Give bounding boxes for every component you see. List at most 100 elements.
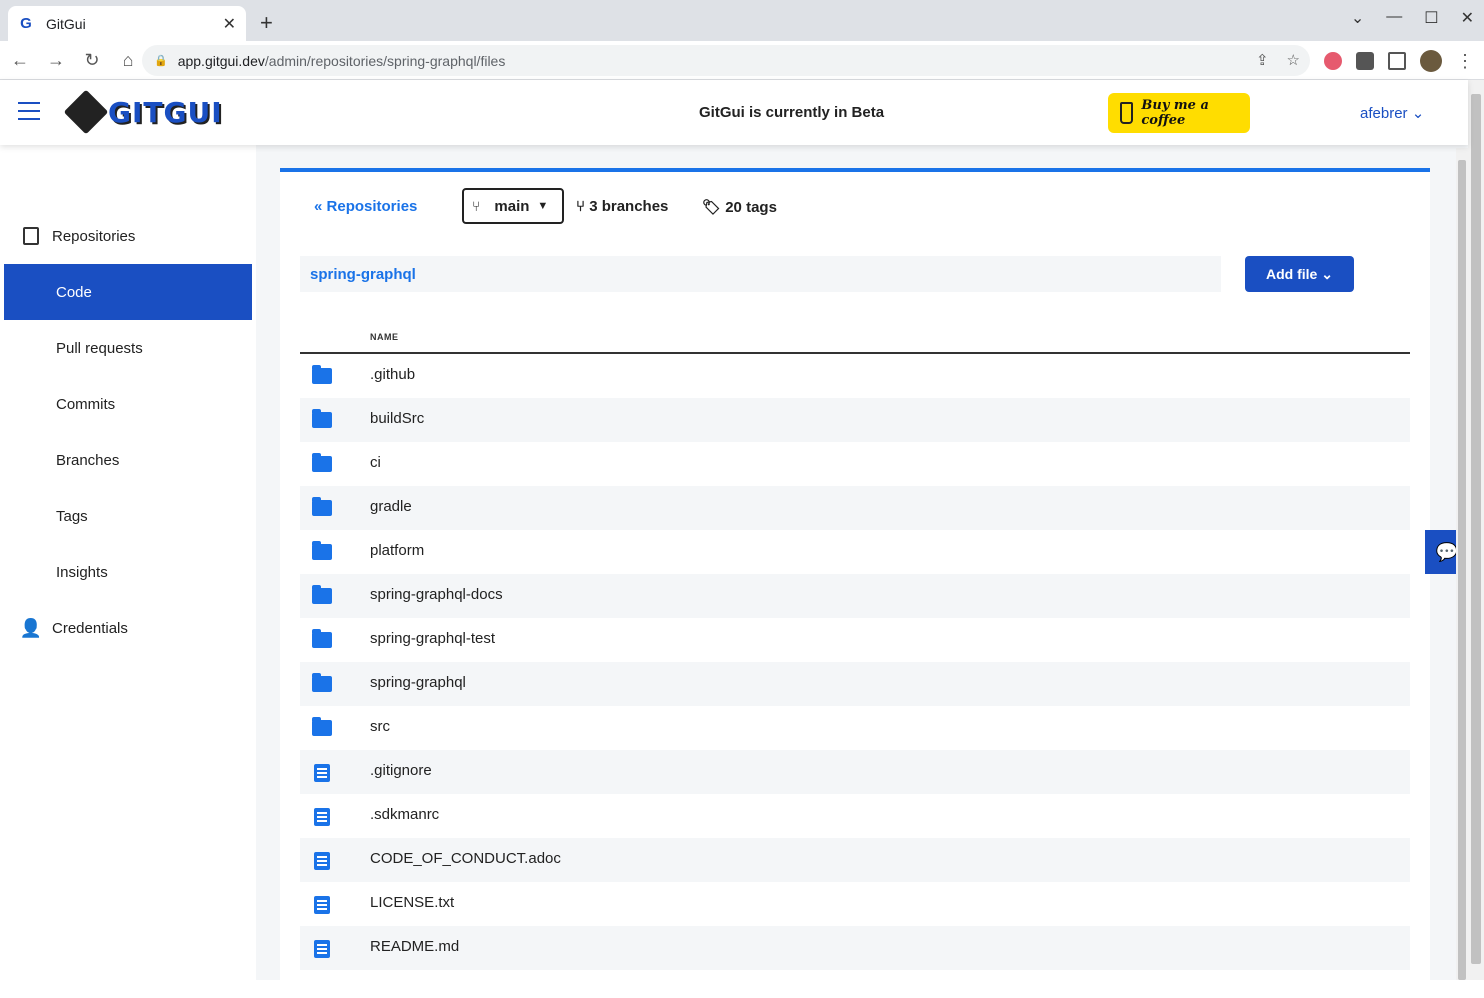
branches-count-link[interactable]: ⑂ 3 branches	[576, 198, 668, 215]
sidebar-item-label: Pull requests	[56, 339, 143, 357]
page-scrollbar[interactable]	[1468, 80, 1484, 980]
omnibox-actions: ⇪ ☆	[1256, 51, 1300, 69]
file-name[interactable]: .github	[370, 366, 415, 383]
file-name[interactable]: CODE_OF_CONDUCT.adoc	[370, 850, 561, 867]
file-name[interactable]: spring-graphql-test	[370, 630, 495, 647]
minimize-icon[interactable]: —	[1386, 8, 1402, 28]
sidebar-item-tags[interactable]: Tags	[4, 488, 252, 544]
table-row[interactable]: platform	[300, 530, 1410, 574]
add-file-button[interactable]: Add file ⌄	[1245, 256, 1354, 292]
browser-toolbar: ← → ↻ ⌂ 🔒 app.gitgui.dev/admin/repositor…	[0, 41, 1484, 80]
beta-notice: GitGui is currently in Beta	[699, 104, 885, 121]
file-name[interactable]: buildSrc	[370, 410, 424, 427]
files-table-body: .github buildSrc ci gradle platform spring-gr…	[300, 354, 1410, 970]
extension-icon[interactable]	[1324, 52, 1342, 70]
folder-icon	[312, 541, 332, 560]
sidebar-item-pull-requests[interactable]: Pull requests	[4, 320, 252, 376]
table-row[interactable]: .gitignore	[300, 750, 1410, 794]
forward-icon[interactable]: →	[40, 50, 72, 71]
back-to-repositories-link[interactable]: « Repositories	[314, 198, 417, 215]
table-row[interactable]: gradle	[300, 486, 1410, 530]
file-name[interactable]: src	[370, 718, 390, 735]
logo-text: GITGUI	[108, 95, 223, 129]
buy-me-a-coffee-button[interactable]: Buy me a coffee	[1108, 93, 1250, 133]
browser-tab[interactable]: G GitGui ✕	[8, 6, 246, 41]
branch-selector[interactable]: ⑂ main ▼	[462, 188, 564, 224]
user-menu[interactable]: afebrer ⌄	[1360, 104, 1424, 122]
files-table-header: NAME	[300, 324, 1410, 354]
sidebar: Repositories Code Pull requests Commits …	[0, 145, 256, 980]
sidebar-toggle-icon[interactable]	[18, 102, 40, 122]
table-row[interactable]: spring-graphql-test	[300, 618, 1410, 662]
file-name[interactable]: spring-graphql	[370, 674, 466, 691]
chevron-down-icon: ⌄	[1321, 265, 1333, 282]
table-row[interactable]: spring-graphql-docs	[300, 574, 1410, 618]
person-icon: 👤	[19, 617, 43, 638]
tab-search-icon[interactable]: ⌄	[1351, 8, 1364, 28]
chevron-down-icon: ⌄	[1411, 105, 1425, 122]
url-text: app.gitgui.dev/admin/repositories/spring…	[177, 52, 506, 69]
column-header-name: NAME	[370, 332, 399, 342]
table-row[interactable]: .sdkmanrc	[300, 794, 1410, 838]
reload-icon[interactable]: ↻	[76, 50, 108, 71]
sidebar-item-label: Tags	[56, 507, 88, 525]
content-scrollbar[interactable]	[1456, 148, 1468, 980]
table-row[interactable]: ci	[300, 442, 1410, 486]
chat-icon: 💬	[1435, 541, 1459, 562]
close-window-icon[interactable]: ✕	[1461, 8, 1474, 28]
file-name[interactable]: gradle	[370, 498, 412, 515]
folder-icon	[312, 629, 332, 648]
branch-icon: ⑂	[576, 198, 586, 215]
share-icon[interactable]: ⇪	[1256, 51, 1269, 69]
new-tab-icon[interactable]: +	[260, 10, 273, 36]
side-panel-icon[interactable]	[1388, 52, 1406, 70]
sidebar-item-credentials[interactable]: 👤 Credentials	[4, 600, 252, 656]
breadcrumb-repo-link[interactable]: spring-graphql	[310, 266, 416, 283]
menu-kebab-icon[interactable]: ⋮	[1456, 52, 1474, 70]
sidebar-item-commits[interactable]: Commits	[4, 376, 252, 432]
logo-mark-icon	[63, 89, 109, 135]
file-name[interactable]: LICENSE.txt	[370, 894, 454, 911]
home-icon[interactable]: ⌂	[112, 50, 144, 71]
file-name[interactable]: platform	[370, 542, 424, 559]
table-row[interactable]: README.md	[300, 926, 1410, 970]
lock-icon[interactable]: 🔒	[154, 54, 168, 67]
file-name[interactable]: spring-graphql-docs	[370, 586, 503, 603]
folder-icon	[312, 497, 332, 516]
sidebar-item-label: Insights	[56, 563, 108, 581]
address-bar[interactable]: 🔒 app.gitgui.dev/admin/repositories/spri…	[142, 45, 1310, 76]
sidebar-item-repositories[interactable]: Repositories	[4, 208, 252, 264]
chevron-down-icon: ▼	[537, 200, 549, 212]
app-header: GITGUI GitGui is currently in Beta Buy m…	[0, 80, 1468, 145]
table-row[interactable]: buildSrc	[300, 398, 1410, 442]
file-name[interactable]: .sdkmanrc	[370, 806, 439, 823]
file-name[interactable]: ci	[370, 454, 381, 471]
file-icon	[314, 852, 330, 870]
folder-icon	[312, 717, 332, 736]
table-row[interactable]: src	[300, 706, 1410, 750]
table-row[interactable]: .github	[300, 354, 1410, 398]
tags-count-link[interactable]: 🏷 20 tags	[702, 198, 777, 216]
branch-icon: ⑂	[472, 198, 481, 214]
maximize-icon[interactable]: ☐	[1424, 8, 1438, 28]
sidebar-item-code[interactable]: Code	[4, 264, 252, 320]
bookmark-star-icon[interactable]: ☆	[1287, 51, 1300, 69]
file-name[interactable]: .gitignore	[370, 762, 432, 779]
table-row[interactable]: CODE_OF_CONDUCT.adoc	[300, 838, 1410, 882]
puzzle-extensions-icon[interactable]	[1356, 52, 1374, 70]
sidebar-item-label: Branches	[56, 451, 120, 469]
table-row[interactable]: spring-graphql	[300, 662, 1410, 706]
table-row[interactable]: LICENSE.txt	[300, 882, 1410, 926]
gitgui-logo[interactable]: GITGUI	[63, 89, 223, 135]
main-content: « Repositories ⑂ main ▼ ⑂ 3 branches 🏷 2…	[256, 145, 1468, 998]
extensions-area: ⋮	[1324, 50, 1474, 72]
back-icon[interactable]: ←	[4, 50, 36, 71]
file-name[interactable]: README.md	[370, 938, 459, 955]
folder-icon	[312, 409, 332, 428]
sidebar-item-branches[interactable]: Branches	[4, 432, 252, 488]
path-breadcrumb: spring-graphql	[300, 256, 1221, 292]
sidebar-item-insights[interactable]: Insights	[4, 544, 252, 600]
close-tab-icon[interactable]: ✕	[223, 14, 236, 34]
profile-avatar[interactable]	[1420, 50, 1442, 72]
coffee-label: Buy me a coffee	[1141, 98, 1209, 128]
